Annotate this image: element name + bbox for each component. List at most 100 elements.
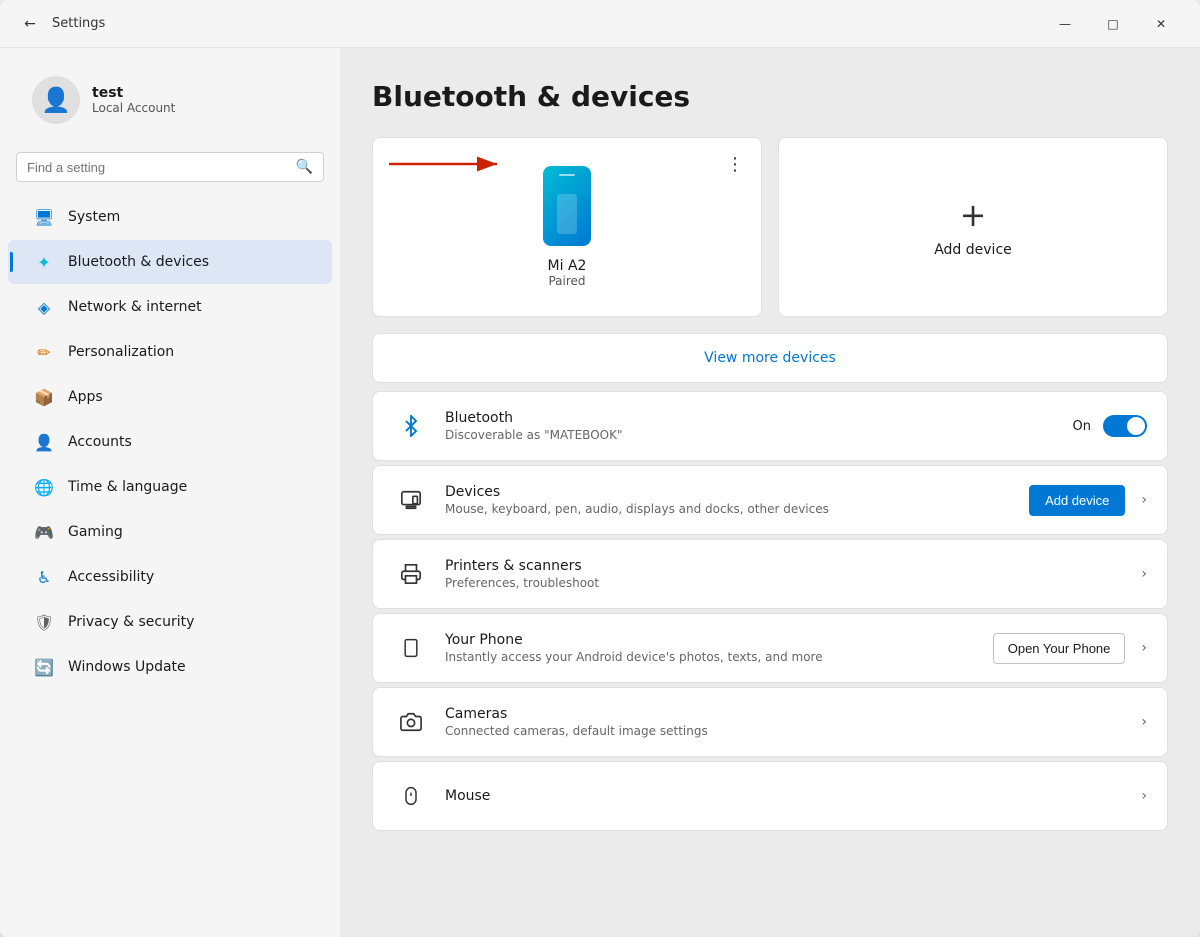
- sidebar-item-update[interactable]: 🔄 Windows Update: [8, 645, 332, 689]
- app-title: Settings: [52, 16, 1042, 31]
- sidebar-item-gaming[interactable]: 🎮 Gaming: [8, 510, 332, 554]
- devices-chevron: ›: [1141, 492, 1147, 508]
- bluetooth-setting-icon: [393, 408, 429, 444]
- printers-row[interactable]: Printers & scanners Preferences, trouble…: [372, 539, 1168, 609]
- sidebar-label-update: Windows Update: [68, 659, 186, 675]
- mouse-chevron: ›: [1141, 788, 1147, 804]
- bluetooth-row[interactable]: Bluetooth Discoverable as "MATEBOOK" On: [372, 391, 1168, 461]
- devices-title: Devices: [445, 484, 1029, 500]
- search-input[interactable]: [27, 160, 296, 175]
- devices-subtitle: Mouse, keyboard, pen, audio, displays an…: [445, 502, 1029, 516]
- cameras-row[interactable]: Cameras Connected cameras, default image…: [372, 687, 1168, 757]
- sidebar-label-time: Time & language: [68, 479, 187, 495]
- user-account-type: Local Account: [92, 101, 175, 115]
- add-device-card[interactable]: + Add device: [778, 137, 1168, 317]
- device-name: Mi A2: [548, 258, 587, 274]
- time-icon: 🌐: [32, 475, 56, 499]
- phone-subtitle: Instantly access your Android device's p…: [445, 650, 993, 664]
- cameras-subtitle: Connected cameras, default image setting…: [445, 724, 1133, 738]
- mi-a2-card[interactable]: ⋮ Mi A2 Paired: [372, 137, 762, 317]
- bluetooth-title: Bluetooth: [445, 410, 1073, 426]
- accounts-icon: 👤: [32, 430, 56, 454]
- back-button[interactable]: ←: [16, 10, 44, 38]
- main-content: Bluetooth & devices: [340, 48, 1200, 937]
- user-name: test: [92, 85, 175, 101]
- update-icon: 🔄: [32, 655, 56, 679]
- mouse-title: Mouse: [445, 788, 1133, 804]
- phone-setting-text: Your Phone Instantly access your Android…: [445, 632, 993, 664]
- sidebar-label-bluetooth: Bluetooth & devices: [68, 254, 209, 270]
- cameras-setting-text: Cameras Connected cameras, default image…: [445, 706, 1133, 738]
- sidebar-label-network: Network & internet: [68, 299, 202, 315]
- bluetooth-toggle[interactable]: [1103, 415, 1147, 437]
- search-box[interactable]: 🔍: [16, 152, 324, 182]
- sidebar-item-personalization[interactable]: ✏ Personalization: [8, 330, 332, 374]
- phone-icon: [393, 630, 429, 666]
- phone-chevron: ›: [1141, 640, 1147, 656]
- network-icon: ◈: [32, 295, 56, 319]
- device-menu-button[interactable]: ⋮: [721, 150, 749, 178]
- devices-add-button[interactable]: Add device: [1029, 485, 1125, 516]
- sidebar-item-accounts[interactable]: 👤 Accounts: [8, 420, 332, 464]
- system-icon: 🖥: [32, 205, 56, 229]
- sidebar-label-privacy: Privacy & security: [68, 614, 194, 630]
- search-icon: 🔍: [296, 159, 313, 175]
- sidebar-item-apps[interactable]: 📦 Apps: [8, 375, 332, 419]
- page-title: Bluetooth & devices: [372, 80, 1168, 113]
- sidebar-label-system: System: [68, 209, 120, 225]
- printers-subtitle: Preferences, troubleshoot: [445, 576, 1133, 590]
- arrow-indicator: [389, 150, 509, 178]
- sidebar-item-time[interactable]: 🌐 Time & language: [8, 465, 332, 509]
- user-icon: 👤: [41, 86, 71, 114]
- mouse-icon: [393, 778, 429, 814]
- printers-setting-text: Printers & scanners Preferences, trouble…: [445, 558, 1133, 590]
- sidebar-item-system[interactable]: 🖥 System: [8, 195, 332, 239]
- sidebar-label-gaming: Gaming: [68, 524, 123, 540]
- bluetooth-toggle-area: On: [1073, 415, 1147, 437]
- bluetooth-subtitle: Discoverable as "MATEBOOK": [445, 428, 1073, 442]
- nav-items: 🖥 System ✦ Bluetooth & devices ◈ Network…: [0, 190, 340, 694]
- devices-action: Add device ›: [1029, 485, 1147, 516]
- red-arrow-svg: [389, 150, 509, 178]
- user-profile[interactable]: 👤 test Local Account: [8, 52, 332, 140]
- sidebar-item-network[interactable]: ◈ Network & internet: [8, 285, 332, 329]
- bluetooth-toggle-label: On: [1073, 419, 1091, 434]
- camera-icon: [393, 704, 429, 740]
- close-button[interactable]: ✕: [1138, 8, 1184, 40]
- sidebar: 👤 test Local Account 🔍 🖥 System: [0, 48, 340, 937]
- personalization-icon: ✏: [32, 340, 56, 364]
- devices-setting-text: Devices Mouse, keyboard, pen, audio, dis…: [445, 484, 1029, 516]
- mouse-row[interactable]: Mouse ›: [372, 761, 1168, 831]
- view-more-button[interactable]: View more devices: [372, 333, 1168, 383]
- accessibility-icon: ♿: [32, 565, 56, 589]
- devices-row[interactable]: Devices Mouse, keyboard, pen, audio, dis…: [372, 465, 1168, 535]
- settings-window: ← Settings — □ ✕ 👤 test Local Account: [0, 0, 1200, 937]
- minimize-button[interactable]: —: [1042, 8, 1088, 40]
- window-controls: — □ ✕: [1042, 8, 1184, 40]
- cameras-chevron: ›: [1141, 714, 1147, 730]
- device-cards: ⋮ Mi A2 Paired + Add device: [372, 137, 1168, 317]
- maximize-button[interactable]: □: [1090, 8, 1136, 40]
- mouse-setting-text: Mouse: [445, 788, 1133, 804]
- printers-chevron: ›: [1141, 566, 1147, 582]
- printer-icon: [393, 556, 429, 592]
- privacy-icon: 🛡: [32, 610, 56, 634]
- phone-row[interactable]: Your Phone Instantly access your Android…: [372, 613, 1168, 683]
- cameras-title: Cameras: [445, 706, 1133, 722]
- avatar: 👤: [32, 76, 80, 124]
- devices-icon: [393, 482, 429, 518]
- phone-action: Open Your Phone ›: [993, 633, 1147, 664]
- sidebar-label-accounts: Accounts: [68, 434, 132, 450]
- content-area: 👤 test Local Account 🔍 🖥 System: [0, 48, 1200, 937]
- add-icon: +: [960, 196, 987, 234]
- sidebar-item-bluetooth[interactable]: ✦ Bluetooth & devices: [8, 240, 332, 284]
- view-more-label: View more devices: [704, 350, 836, 366]
- user-info: test Local Account: [92, 85, 175, 115]
- sidebar-item-privacy[interactable]: 🛡 Privacy & security: [8, 600, 332, 644]
- apps-icon: 📦: [32, 385, 56, 409]
- sidebar-label-apps: Apps: [68, 389, 103, 405]
- sidebar-item-accessibility[interactable]: ♿ Accessibility: [8, 555, 332, 599]
- bluetooth-icon: ✦: [32, 250, 56, 274]
- open-phone-button[interactable]: Open Your Phone: [993, 633, 1126, 664]
- device-image: [543, 166, 591, 246]
